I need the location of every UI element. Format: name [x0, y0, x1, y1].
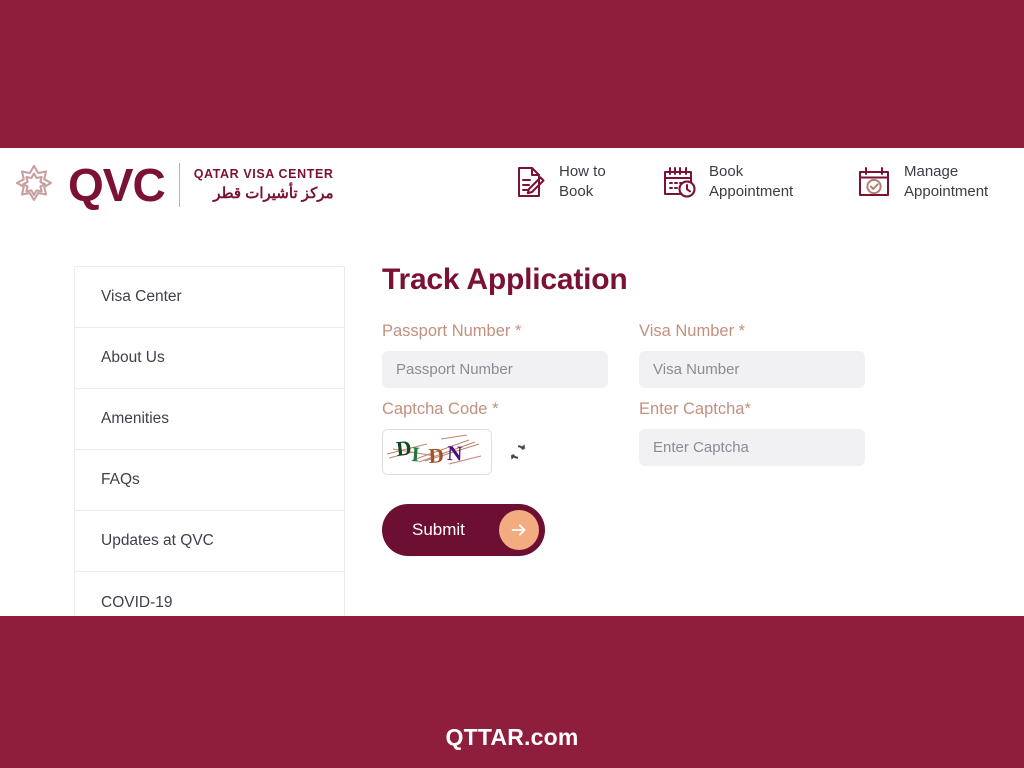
visa-number-label: Visa Number *: [639, 322, 746, 340]
enter-captcha-label: Enter Captcha*: [639, 399, 751, 418]
qatar-rosette-icon: [10, 161, 58, 209]
captcha-image: D I D N: [382, 428, 492, 475]
passport-number-label: Passport Number *: [382, 322, 522, 340]
calendar-check-icon: [855, 163, 893, 201]
enter-captcha-input[interactable]: [639, 428, 865, 466]
svg-text:I: I: [411, 442, 421, 467]
track-application-form: Track Application Passport Number * Visa…: [382, 265, 942, 556]
page-root: QVC QATAR VISA CENTER مركز تأشيرات قطر H: [0, 0, 1024, 768]
sidebar-item-amenities[interactable]: Amenities: [75, 389, 344, 450]
svg-text:N: N: [447, 441, 463, 466]
field-captcha-code: Captcha Code * D I D N: [382, 400, 608, 475]
brand-tagline-en: QATAR VISA CENTER: [193, 166, 334, 181]
sidebar-item-faqs[interactable]: FAQs: [75, 450, 344, 511]
brand-divider: [178, 163, 180, 207]
nav-label-manage-appointment: Manage Appointment: [904, 163, 989, 201]
brand-wordmark: QVC: [68, 159, 166, 211]
field-visa-number: Visa Number *: [639, 322, 865, 388]
sidebar-item-label: About Us: [101, 349, 165, 366]
svg-text:D: D: [395, 435, 413, 460]
arrow-right-icon: [499, 509, 539, 550]
site-footer: QTTAR.com: [0, 616, 1024, 768]
nav-item-manage-appointment[interactable]: Manage Appointment: [855, 162, 988, 203]
calendar-clock-icon: [660, 163, 698, 201]
sidebar-menu: Visa Center About Us Amenities FAQs Upda…: [74, 266, 345, 616]
sidebar-item-about-us[interactable]: About Us: [75, 328, 344, 389]
visa-number-input[interactable]: [639, 350, 865, 388]
sidebar-item-label: Updates at QVC: [101, 532, 214, 549]
field-passport-number: Passport Number *: [382, 322, 608, 388]
sidebar-item-label: COVID-19: [101, 593, 173, 611]
captcha-code-label: Captcha Code *: [382, 399, 499, 418]
field-row-identifiers: Passport Number * Visa Number *: [382, 322, 942, 388]
submit-button-label: Submit: [412, 519, 465, 539]
svg-text:D: D: [428, 443, 444, 468]
sidebar-item-label: Amenities: [101, 410, 170, 427]
footer-brand: QTTAR.com: [445, 724, 579, 750]
brand-logo[interactable]: QVC QATAR VISA CENTER مركز تأشيرات قطر: [10, 156, 334, 214]
brand-tagline: QATAR VISA CENTER مركز تأشيرات قطر: [194, 166, 334, 204]
content-area: Visa Center About Us Amenities FAQs Upda…: [0, 223, 1024, 616]
page-title: Track Application: [382, 263, 628, 296]
sidebar-item-covid-19[interactable]: COVID-19: [75, 572, 344, 616]
field-enter-captcha: Enter Captcha*: [639, 400, 865, 475]
sidebar-item-label: FAQs: [101, 471, 140, 488]
site-header: QVC QATAR VISA CENTER مركز تأشيرات قطر H: [0, 148, 1024, 224]
nav-label-book-appointment: Book Appointment: [709, 163, 794, 201]
nav-item-book-appointment[interactable]: Book Appointment: [660, 162, 793, 203]
passport-number-input[interactable]: [382, 350, 608, 388]
captcha-row: D I D N: [382, 428, 608, 475]
brand-tagline-ar: مركز تأشيرات قطر: [213, 184, 334, 202]
sidebar-item-updates-at-qvc[interactable]: Updates at QVC: [75, 511, 344, 572]
submit-button[interactable]: Submit: [382, 503, 545, 556]
top-banner: [0, 0, 1024, 148]
sidebar-item-label: Visa Center: [101, 288, 182, 305]
refresh-icon[interactable]: [508, 442, 528, 462]
sidebar-item-visa-center[interactable]: Visa Center: [75, 267, 344, 328]
document-pencil-icon: [510, 163, 548, 201]
nav-label-how-to-book: How to Book: [559, 163, 606, 201]
field-row-captcha: Captcha Code * D I D N Enter Captcha* En…: [382, 400, 942, 475]
nav-item-how-to-book[interactable]: How to Book: [510, 162, 606, 203]
field-row-spacer: [382, 388, 942, 400]
